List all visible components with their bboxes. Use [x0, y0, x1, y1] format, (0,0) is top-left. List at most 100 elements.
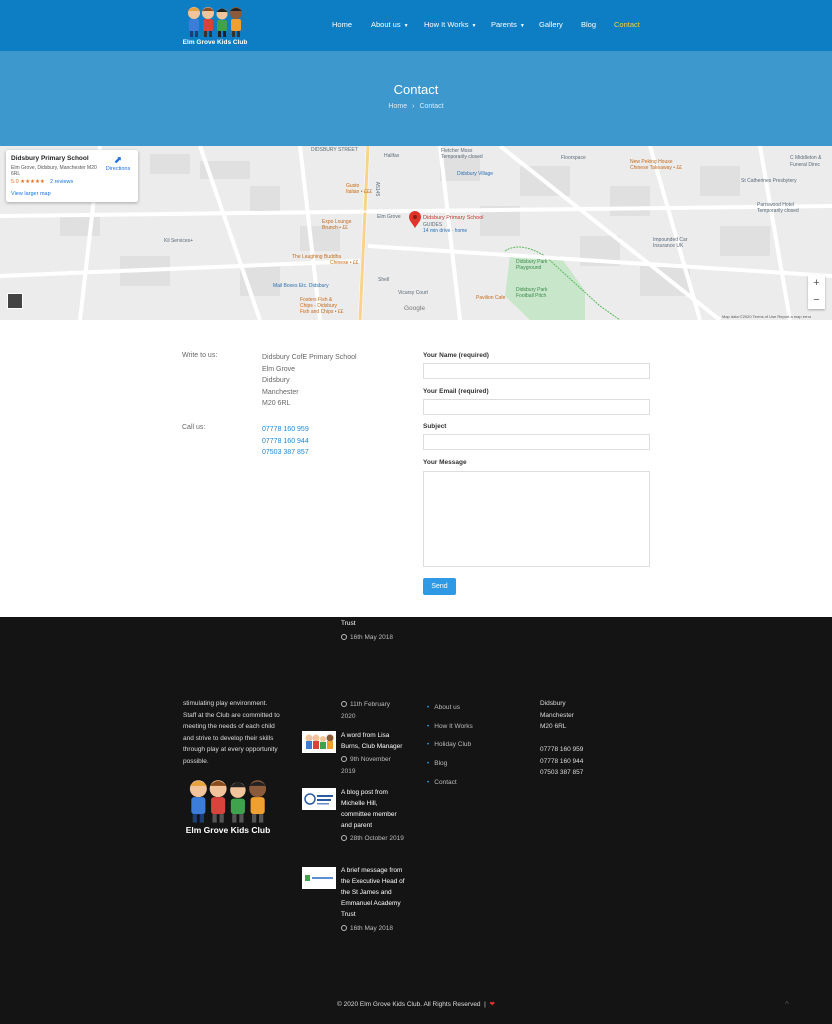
map-label: Didsbury Primary School — [423, 215, 484, 221]
footer-post-date: 16th May 2018 — [341, 632, 393, 644]
email-field-label: Your Email (required) — [423, 388, 489, 395]
school-logo-thumbnail-icon — [302, 788, 336, 810]
nav-blog[interactable]: Blog — [581, 20, 596, 29]
breadcrumb-separator: › — [412, 103, 415, 110]
phone-link[interactable]: 07778 160 959 — [262, 424, 309, 436]
site-footer — [0, 617, 832, 1024]
message-field[interactable] — [423, 471, 650, 567]
map-label: C Middleton & — [790, 155, 822, 161]
footer-link-about-us[interactable]: About us — [427, 699, 473, 718]
footer-link-blog[interactable]: Blog — [427, 755, 473, 774]
footer-link-holiday-club[interactable]: Holiday Club — [427, 736, 473, 755]
phone-link[interactable]: 07503 387 857 — [262, 447, 309, 459]
map-label: St Catherines Presbytery — [741, 178, 797, 184]
subject-field[interactable] — [423, 434, 650, 450]
footer-phone[interactable]: 07503 387 857 — [540, 767, 583, 779]
about-line: meeting the needs of each child — [183, 723, 275, 730]
footer-phone[interactable]: 07778 160 959 — [540, 744, 583, 756]
clock-icon — [341, 756, 347, 762]
site-logo[interactable]: Elm Grove Kids Club — [182, 4, 248, 48]
view-larger-map-link[interactable]: View larger map — [11, 191, 51, 197]
address-line: Manchester — [262, 388, 299, 396]
map-label: Insurance UK — [653, 243, 684, 249]
phone-link[interactable]: 07778 160 944 — [262, 436, 309, 448]
nav-parents[interactable]: Parents ▼ — [491, 20, 525, 29]
directions-label: Directions — [105, 166, 131, 172]
footer-link-how-it-works[interactable]: How It Works — [427, 718, 473, 737]
zoom-out-button[interactable]: − — [808, 292, 825, 309]
footer-address-line: M20 6RL — [540, 723, 567, 730]
nav-about-us-label: About us — [371, 20, 401, 29]
clock-icon — [341, 634, 347, 640]
map-label: Shell — [378, 277, 390, 283]
address-line: Didsbury CofE Primary School — [262, 354, 357, 361]
trust-logo-thumbnail-icon — [302, 867, 336, 889]
footer-phone[interactable]: 07778 160 944 — [540, 756, 583, 768]
post-thumbnail[interactable] — [302, 867, 336, 889]
footer-spacer — [540, 733, 583, 745]
reviews-link[interactable]: 2 reviews — [50, 179, 73, 185]
map-label: Fish and Chips • ££ — [300, 309, 344, 315]
map-label: Temporarily closed — [441, 154, 483, 160]
post-date-text: 11th February 2020 — [341, 701, 390, 720]
copyright-text: © 2020 Elm Grove Kids Club. All Rights R… — [337, 1001, 481, 1008]
footer-post-title[interactable]: A brief message from the Executive Head … — [341, 865, 407, 920]
separator: | — [482, 1001, 488, 1008]
clock-icon — [341, 925, 347, 931]
map-label: A5145 — [374, 181, 381, 197]
google-logo: Google — [404, 305, 425, 312]
name-field[interactable] — [423, 363, 650, 379]
map-label: DIDSBURY STREET — [311, 147, 358, 153]
footer-post-title[interactable]: Trust — [341, 618, 356, 629]
map-label: Playground — [516, 265, 542, 271]
footer-contact: Didsbury Manchester M20 6RL 07778 160 95… — [540, 698, 583, 779]
map-label: Chinese • ££ — [330, 260, 359, 266]
email-field[interactable] — [423, 399, 650, 415]
call-us-label: Call us: — [182, 424, 206, 431]
write-to-us-label: Write to us: — [182, 352, 218, 359]
about-line: and strive to develop their skills — [183, 734, 274, 742]
about-line: possible. — [183, 757, 209, 765]
post-thumbnail[interactable] — [302, 788, 336, 810]
nav-home-label: Home — [332, 20, 353, 29]
subject-field-label: Subject — [423, 423, 447, 430]
footer-post-date: 11th February 2020 — [341, 699, 405, 722]
nav-blog-label: Blog — [581, 20, 597, 29]
nav-home[interactable]: Home — [332, 20, 352, 29]
nav-gallery[interactable]: Gallery — [539, 20, 563, 29]
nav-contact[interactable]: Contact — [614, 20, 640, 29]
send-button[interactable]: Send — [423, 578, 456, 595]
about-line: Staff at the Club are committed to — [183, 711, 280, 719]
kids-logo-icon — [189, 780, 267, 823]
post-date-text: 9th November 2019 — [341, 756, 391, 775]
footer-links: About us How It Works Holiday Club Blog … — [427, 699, 473, 793]
post-date-text: 16th May 2018 — [350, 925, 394, 932]
map-zoom-control: + − — [808, 275, 825, 309]
directions-icon: ⬈ — [113, 155, 123, 166]
map-attribution[interactable]: Map data ©2020 Terms of Use Report a map… — [722, 314, 811, 319]
nav-gallery-label: Gallery — [539, 20, 563, 29]
back-to-top-button[interactable]: ^ — [785, 1000, 789, 1009]
map-label: Chinese Takeaway • ££ — [630, 165, 682, 171]
map-label: Elm Grove — [377, 214, 401, 220]
clock-icon — [341, 701, 347, 707]
nav-how-it-works[interactable]: How It Works ▼ — [424, 20, 476, 29]
footer-post-title[interactable]: A blog post from Michelle Hill, committe… — [341, 787, 407, 831]
footer-post-date: 28th October 2019 — [341, 833, 405, 845]
post-date-text: 28th October 2019 — [350, 835, 404, 842]
directions-button[interactable]: ⬈ Directions — [104, 155, 132, 172]
footer-post-title[interactable]: A word from Lisa Burns, Club Manager — [341, 730, 407, 752]
nav-about-us[interactable]: About us ▼ — [371, 20, 409, 29]
postal-address: Didsbury CofE Primary School Elm Grove D… — [262, 352, 357, 410]
map-label: Brunch • ££ — [322, 225, 348, 231]
place-rating: 5.0 ★★★★★ — [11, 179, 45, 185]
street-view-icon[interactable] — [7, 293, 23, 309]
footer-address-line: Didsbury — [540, 700, 566, 707]
chevron-down-icon: ▼ — [519, 23, 525, 29]
breadcrumb-home[interactable]: Home — [388, 103, 407, 110]
footer-link-contact[interactable]: Contact — [427, 774, 473, 793]
nav-contact-label: Contact — [614, 20, 640, 29]
zoom-in-button[interactable]: + — [808, 275, 825, 292]
place-address: Elm Grove, Didsbury, Manchester M20 6RL — [11, 165, 97, 177]
post-thumbnail[interactable] — [302, 731, 336, 753]
